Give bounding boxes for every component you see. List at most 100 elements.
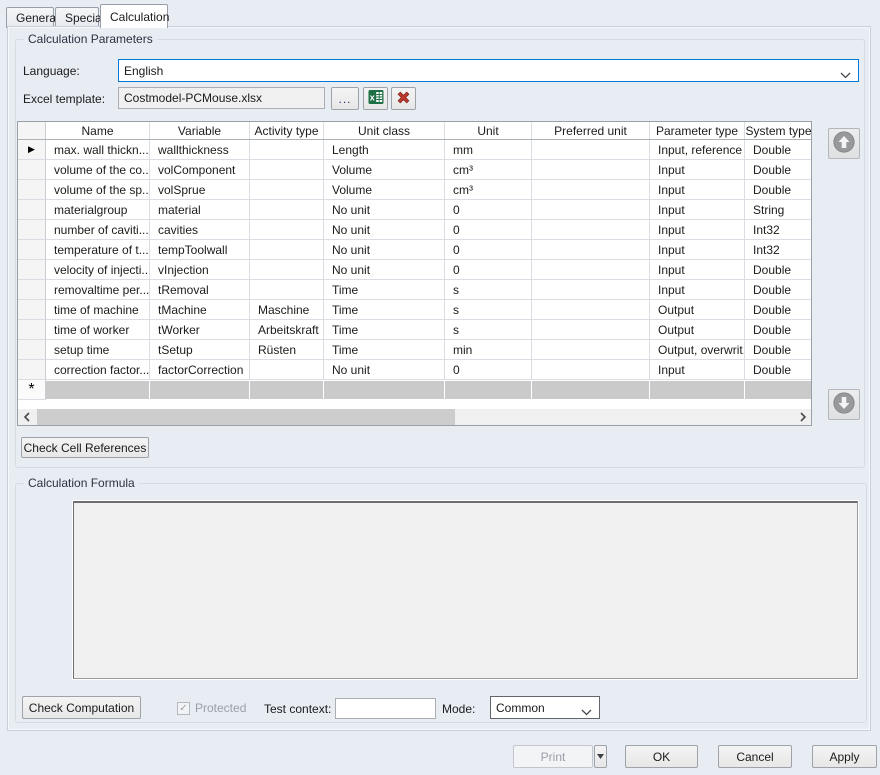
grid-cell-sys_type[interactable]: Double [745, 140, 812, 160]
grid-cell-name[interactable]: removaltime per... [46, 280, 150, 300]
grid-cell-param_type[interactable]: Input [650, 220, 745, 240]
grid-cell-activity[interactable] [250, 160, 324, 180]
new-row[interactable]: * [18, 380, 811, 400]
new-row-cell[interactable] [445, 381, 532, 399]
grid-cell-variable[interactable]: vInjection [150, 260, 250, 280]
grid-cell-activity[interactable] [250, 360, 324, 380]
grid-cell-variable[interactable]: material [150, 200, 250, 220]
grid-cell-unit_class[interactable]: No unit [324, 220, 445, 240]
current-row-indicator[interactable]: ▶ [18, 140, 46, 160]
grid-cell-name[interactable]: number of caviti... [46, 220, 150, 240]
grid-cell-variable[interactable]: factorCorrection [150, 360, 250, 380]
grid-cell-unit_class[interactable]: Time [324, 320, 445, 340]
grid-cell-preferred[interactable] [532, 200, 650, 220]
language-combobox[interactable]: English [118, 59, 859, 82]
grid-cell-unit_class[interactable]: Length [324, 140, 445, 160]
grid-cell-preferred[interactable] [532, 320, 650, 340]
grid-cell-unit_class[interactable]: No unit [324, 240, 445, 260]
grid-cell-variable[interactable]: tSetup [150, 340, 250, 360]
grid-cell-unit_class[interactable]: No unit [324, 200, 445, 220]
row-header-cell[interactable] [18, 180, 46, 200]
grid-cell-preferred[interactable] [532, 180, 650, 200]
grid-cell-sys_type[interactable]: Double [745, 160, 812, 180]
grid-cell-unit[interactable]: 0 [445, 200, 532, 220]
grid-cell-unit[interactable]: 0 [445, 220, 532, 240]
apply-button[interactable]: Apply [812, 745, 877, 768]
new-row-cell[interactable] [745, 381, 812, 399]
grid-cell-name[interactable]: temperature of t... [46, 240, 150, 260]
row-header-cell[interactable] [18, 260, 46, 280]
grid-cell-unit[interactable]: 0 [445, 240, 532, 260]
grid-cell-variable[interactable]: volSprue [150, 180, 250, 200]
scroll-right-icon[interactable] [794, 409, 811, 425]
grid-cell-preferred[interactable] [532, 260, 650, 280]
row-header-cell[interactable] [18, 360, 46, 380]
grid-cell-unit_class[interactable]: Time [324, 280, 445, 300]
grid-cell-name[interactable]: time of machine [46, 300, 150, 320]
grid-cell-param_type[interactable]: Input [650, 260, 745, 280]
grid-cell-activity[interactable] [250, 260, 324, 280]
grid-cell-variable[interactable]: cavities [150, 220, 250, 240]
cancel-button[interactable]: Cancel [718, 745, 792, 768]
grid-horizontal-scrollbar[interactable] [18, 409, 811, 425]
check-computation-button[interactable]: Check Computation [22, 696, 141, 719]
grid-cell-sys_type[interactable]: Double [745, 180, 812, 200]
grid-cell-param_type[interactable]: Input, reference [650, 140, 745, 160]
grid-cell-activity[interactable]: Rüsten [250, 340, 324, 360]
row-header-cell[interactable] [18, 280, 46, 300]
new-row-cell[interactable] [650, 381, 745, 399]
grid-cell-preferred[interactable] [532, 340, 650, 360]
grid-cell-unit[interactable]: cm³ [445, 180, 532, 200]
grid-cell-unit[interactable]: mm [445, 140, 532, 160]
row-header-cell[interactable] [18, 300, 46, 320]
grid-cell-param_type[interactable]: Input [650, 280, 745, 300]
grid-cell-unit_class[interactable]: Time [324, 300, 445, 320]
grid-cell-unit[interactable]: min [445, 340, 532, 360]
scrollbar-thumb[interactable] [37, 409, 455, 425]
grid-cell-variable[interactable]: tMachine [150, 300, 250, 320]
grid-cell-name[interactable]: setup time [46, 340, 150, 360]
grid-cell-variable[interactable]: wallthickness [150, 140, 250, 160]
grid-cell-preferred[interactable] [532, 140, 650, 160]
grid-cell-activity[interactable]: Arbeitskraft [250, 320, 324, 340]
mode-combobox[interactable]: Common [490, 696, 600, 719]
row-header-cell[interactable] [18, 340, 46, 360]
row-header-cell[interactable] [18, 160, 46, 180]
new-row-cell[interactable] [46, 381, 150, 399]
grid-cell-param_type[interactable]: Input [650, 360, 745, 380]
grid-cell-activity[interactable] [250, 220, 324, 240]
grid-cell-param_type[interactable]: Output [650, 320, 745, 340]
grid-cell-activity[interactable] [250, 200, 324, 220]
formula-textarea[interactable] [73, 501, 858, 679]
grid-cell-activity[interactable]: Maschine [250, 300, 324, 320]
grid-cell-unit_class[interactable]: Time [324, 340, 445, 360]
grid-cell-name[interactable]: velocity of injecti... [46, 260, 150, 280]
print-dropdown-button[interactable] [594, 745, 607, 768]
grid-cell-preferred[interactable] [532, 220, 650, 240]
grid-cell-variable[interactable]: tempToolwall [150, 240, 250, 260]
grid-cell-unit[interactable]: 0 [445, 360, 532, 380]
grid-cell-param_type[interactable]: Output, overwrit... [650, 340, 745, 360]
test-context-input[interactable] [335, 698, 436, 719]
grid-cell-name[interactable]: max. wall thickn... [46, 140, 150, 160]
grid-cell-sys_type[interactable]: Double [745, 280, 812, 300]
grid-cell-unit[interactable]: 0 [445, 260, 532, 280]
grid-cell-preferred[interactable] [532, 160, 650, 180]
grid-cell-sys_type[interactable]: Double [745, 260, 812, 280]
scroll-left-icon[interactable] [18, 409, 35, 425]
grid-cell-variable[interactable]: tWorker [150, 320, 250, 340]
grid-cell-variable[interactable]: volComponent [150, 160, 250, 180]
new-row-cell[interactable] [324, 381, 445, 399]
excel-template-field[interactable]: Costmodel-PCMouse.xlsx [118, 87, 325, 109]
new-row-cell[interactable] [250, 381, 324, 399]
column-header[interactable]: Activity type [250, 122, 324, 139]
parameter-grid[interactable]: NameVariableActivity typeUnit classUnitP… [17, 121, 812, 426]
grid-cell-unit[interactable]: cm³ [445, 160, 532, 180]
grid-cell-activity[interactable] [250, 180, 324, 200]
grid-cell-activity[interactable] [250, 280, 324, 300]
grid-cell-unit_class[interactable]: Volume [324, 160, 445, 180]
check-cell-references-button[interactable]: Check Cell References [21, 437, 149, 458]
grid-cell-activity[interactable] [250, 240, 324, 260]
row-header-cell[interactable] [18, 220, 46, 240]
grid-cell-preferred[interactable] [532, 300, 650, 320]
